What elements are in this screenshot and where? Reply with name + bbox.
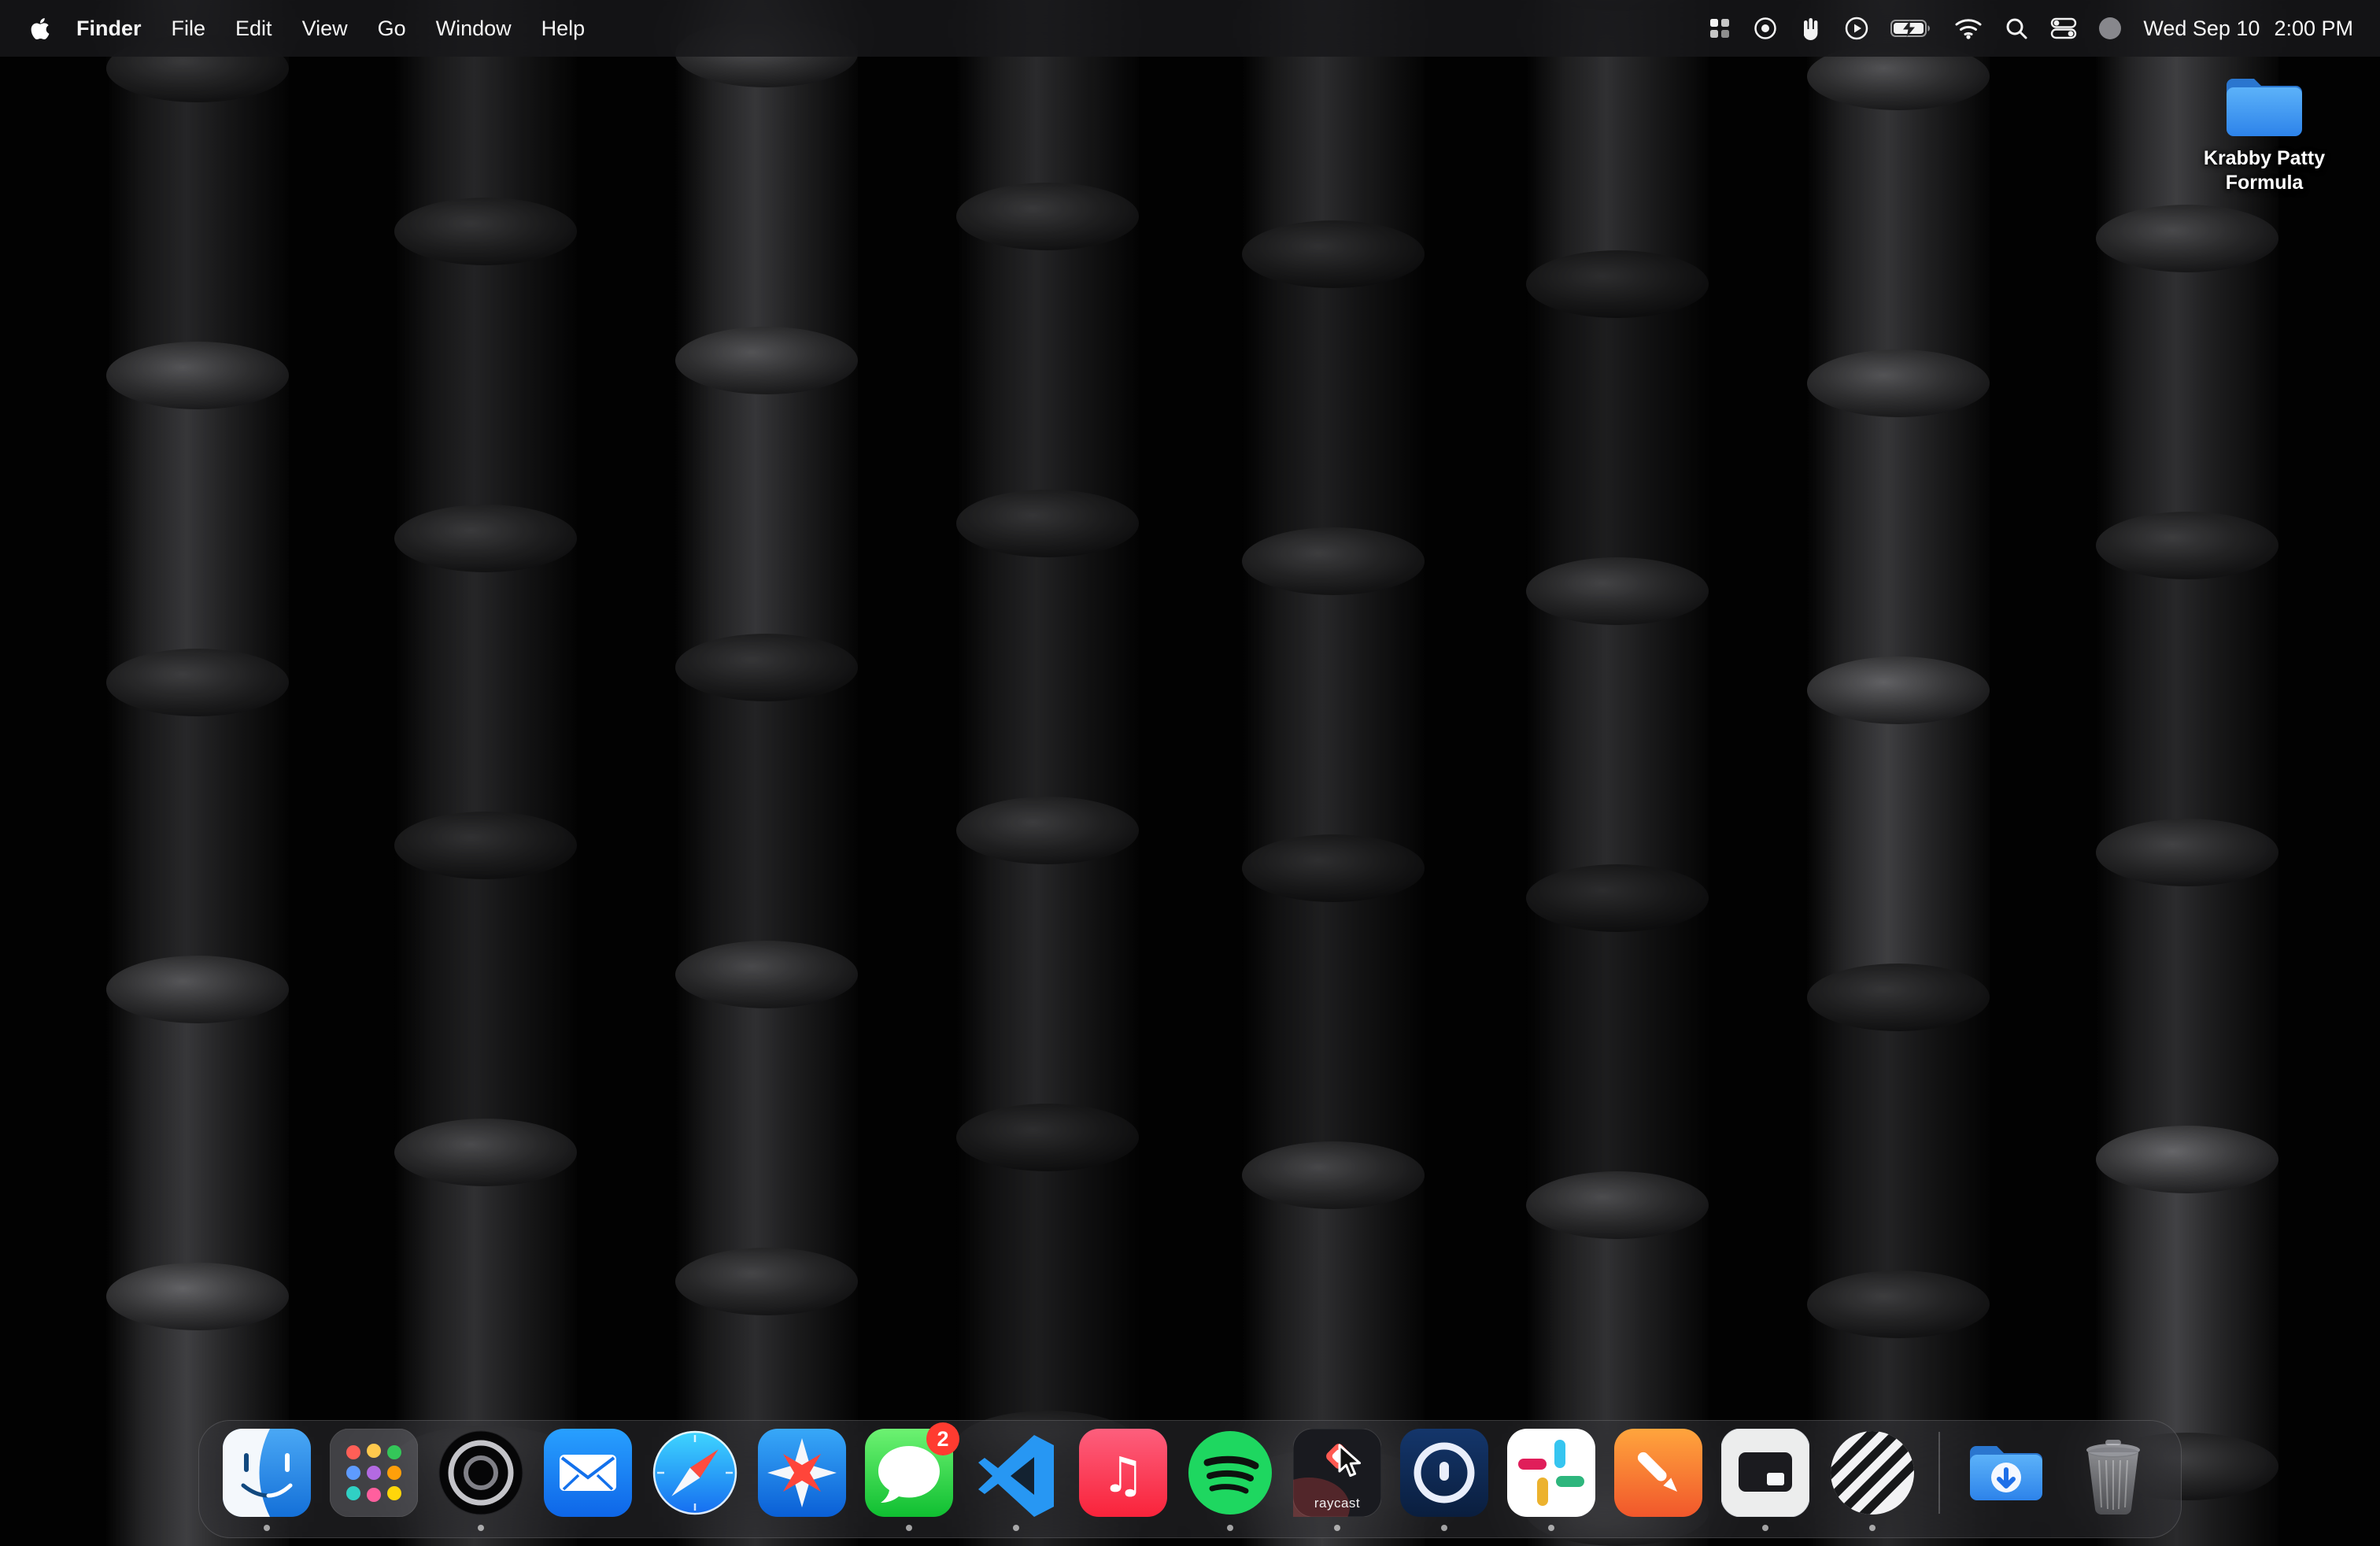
wallpaper-column <box>1807 0 1990 1546</box>
finder-icon <box>223 1429 311 1517</box>
battery-charging-icon[interactable] <box>1890 18 1933 39</box>
mail-envelope-icon <box>544 1429 632 1517</box>
svg-text:♫: ♫ <box>1101 1446 1145 1503</box>
running-indicator <box>1762 1525 1768 1531</box>
dock-mail[interactable] <box>544 1429 632 1517</box>
menu-item-go[interactable]: Go <box>363 17 421 41</box>
account-icon[interactable] <box>2098 17 2122 40</box>
screen-window-icon <box>1721 1429 1809 1517</box>
running-indicator <box>1227 1525 1233 1531</box>
desktop-folder-label: Krabby Patty Formula <box>2197 146 2331 196</box>
notification-badge: 2 <box>926 1422 959 1455</box>
music-note-icon: ♫ <box>1079 1429 1167 1517</box>
dock-screen-app[interactable] <box>1721 1429 1809 1517</box>
dock-striped-disc-app[interactable] <box>1828 1429 1916 1517</box>
running-indicator <box>1548 1525 1554 1531</box>
running-indicator <box>478 1525 484 1531</box>
app-grid-icon[interactable] <box>1708 17 1731 40</box>
striped-disc-icon <box>1828 1429 1916 1517</box>
concentric-rings-icon <box>437 1429 525 1517</box>
running-indicator <box>1441 1525 1447 1531</box>
onepassword-keyhole-icon <box>1400 1429 1488 1517</box>
dock-messages[interactable]: 2 <box>865 1429 953 1517</box>
menu-bar: Finder File Edit View Go Window Help <box>0 0 2380 57</box>
slack-icon <box>1507 1429 1595 1517</box>
menu-bar-status: Wed Sep 10 2:00 PM <box>1708 16 2380 41</box>
apple-logo-icon <box>30 17 50 41</box>
time-text: 2:00 PM <box>2274 17 2353 41</box>
wallpaper-column <box>1242 0 1425 1546</box>
menu-item-finder[interactable]: Finder <box>61 17 157 41</box>
control-center-icon[interactable] <box>2050 17 2077 40</box>
safari-compass-icon <box>651 1429 739 1517</box>
launchpad-icon <box>330 1429 418 1517</box>
trash-icon <box>2069 1429 2157 1517</box>
menu-item-view[interactable]: View <box>287 17 363 41</box>
spotlight-search-icon[interactable] <box>2004 16 2029 41</box>
star-burst-icon <box>758 1429 846 1517</box>
dock-star-app[interactable] <box>758 1429 846 1517</box>
dock-raycast[interactable]: raycast <box>1293 1429 1381 1517</box>
dock: 2 ♫ <box>198 1420 2182 1538</box>
running-indicator <box>906 1525 912 1531</box>
play-circle-icon[interactable] <box>1844 16 1869 41</box>
menu-item-window[interactable]: Window <box>421 17 527 41</box>
hand-icon[interactable] <box>1799 16 1823 41</box>
dock-launchpad[interactable] <box>330 1429 418 1517</box>
date-text: Wed Sep 10 <box>2143 17 2260 41</box>
running-indicator <box>1869 1525 1876 1531</box>
menu-bar-left: Finder File Edit View Go Window Help <box>0 17 600 41</box>
wallpaper-column <box>1526 0 1709 1546</box>
wallpaper-cylinders <box>0 0 2380 1546</box>
running-indicator <box>1013 1525 1019 1531</box>
dock-music[interactable]: ♫ <box>1079 1429 1167 1517</box>
dock-slack[interactable] <box>1507 1429 1595 1517</box>
menu-item-help[interactable]: Help <box>527 17 601 41</box>
pen-icon <box>1614 1429 1702 1517</box>
wallpaper-column <box>2096 0 2278 1546</box>
dock-safari[interactable] <box>651 1429 739 1517</box>
dock-rings-app[interactable] <box>437 1429 525 1517</box>
vscode-icon <box>972 1429 1060 1517</box>
downloads-folder-icon <box>1962 1429 2050 1517</box>
dock-downloads-folder[interactable] <box>1962 1429 2050 1517</box>
blue-folder-icon <box>2220 71 2308 142</box>
running-indicator <box>1334 1525 1340 1531</box>
running-indicator <box>264 1525 270 1531</box>
dock-finder[interactable] <box>223 1429 311 1517</box>
wifi-icon[interactable] <box>1954 17 1983 39</box>
wallpaper-column <box>675 0 858 1546</box>
dock-separator <box>1938 1432 1940 1514</box>
wallpaper-column <box>106 0 289 1546</box>
dock-pen-app[interactable] <box>1614 1429 1702 1517</box>
dock-1password[interactable] <box>1400 1429 1488 1517</box>
menu-item-edit[interactable]: Edit <box>220 17 287 41</box>
spotify-icon <box>1186 1429 1274 1517</box>
dock-spotify[interactable] <box>1186 1429 1274 1517</box>
menu-bar-clock[interactable]: Wed Sep 10 2:00 PM <box>2143 17 2353 41</box>
dock-trash[interactable] <box>2069 1429 2157 1517</box>
raycast-label: raycast <box>1293 1496 1381 1511</box>
dock-code-editor[interactable] <box>972 1429 1060 1517</box>
apple-menu[interactable] <box>30 17 61 41</box>
desktop: Finder File Edit View Go Window Help <box>0 0 2380 1546</box>
desktop-folder-krabby-patty[interactable]: Krabby Patty Formula <box>2190 71 2339 196</box>
wallpaper-column <box>394 0 577 1546</box>
screen-record-icon[interactable] <box>1753 16 1778 41</box>
wallpaper-column <box>956 0 1139 1546</box>
menu-item-file[interactable]: File <box>157 17 221 41</box>
